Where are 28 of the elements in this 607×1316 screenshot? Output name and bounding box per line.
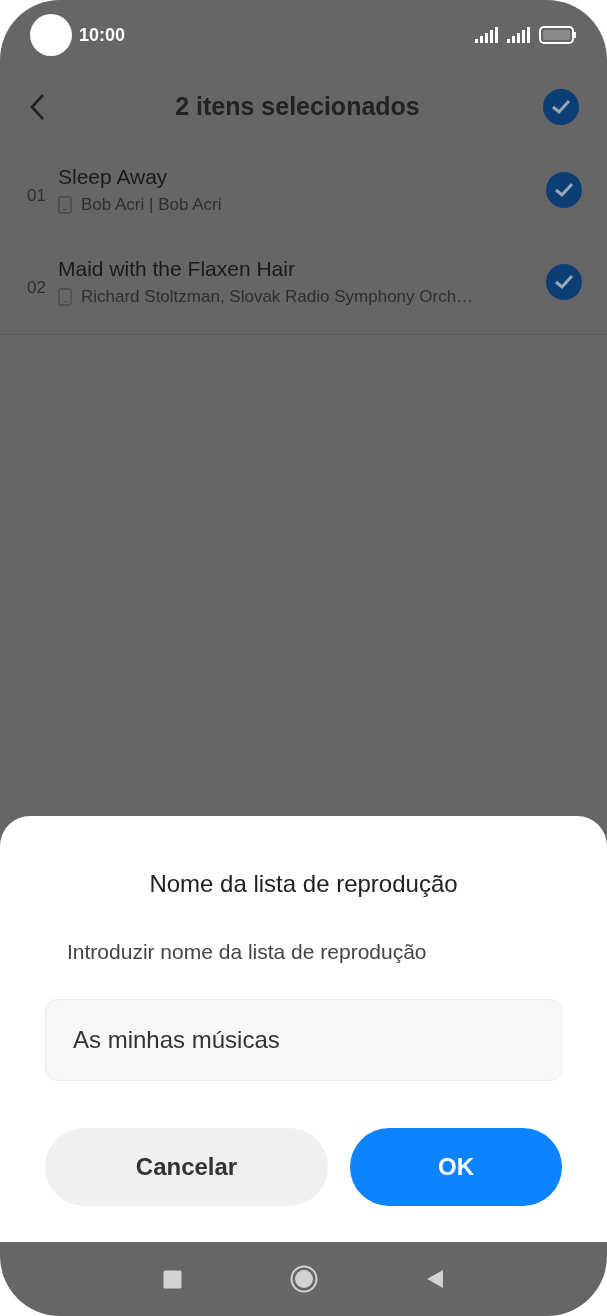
home-icon[interactable] (290, 1265, 318, 1293)
dialog-title: Nome da lista de reprodução (148, 869, 459, 899)
check-icon (551, 99, 571, 115)
phone-icon (58, 287, 72, 306)
recents-icon[interactable] (163, 1269, 182, 1289)
status-time: 10:00 (79, 23, 126, 47)
ok-button[interactable]: OK (350, 1127, 562, 1206)
checkbox[interactable] (546, 172, 582, 208)
header-title: 2 itens selecionados (174, 91, 421, 123)
signal-icon (507, 27, 531, 43)
signal-icon (475, 27, 499, 43)
battery-icon (539, 26, 577, 44)
phone-icon (58, 195, 72, 214)
field-label: Introduzir nome da lista de reprodução (67, 939, 428, 965)
back-icon[interactable] (426, 1269, 444, 1289)
song-artist: Bob Acri | Bob Acri (81, 193, 222, 216)
checkbox[interactable] (543, 89, 579, 125)
track-number: 02 (27, 277, 47, 300)
song-title: Sleep Away (58, 163, 169, 190)
track-number: 01 (27, 185, 47, 208)
song-artist: Richard Stoltzman, Slovak Radio Symphony Orch… (81, 285, 474, 308)
camera-cutout (30, 14, 72, 56)
check-icon (554, 274, 574, 290)
check-icon (554, 182, 574, 198)
checkbox[interactable] (546, 264, 582, 300)
input-field[interactable]: As minhas músicas (45, 998, 562, 1081)
song-title: Maid with the Flaxen Hair (58, 255, 296, 282)
cancel-button[interactable]: Cancelar (45, 1127, 328, 1206)
